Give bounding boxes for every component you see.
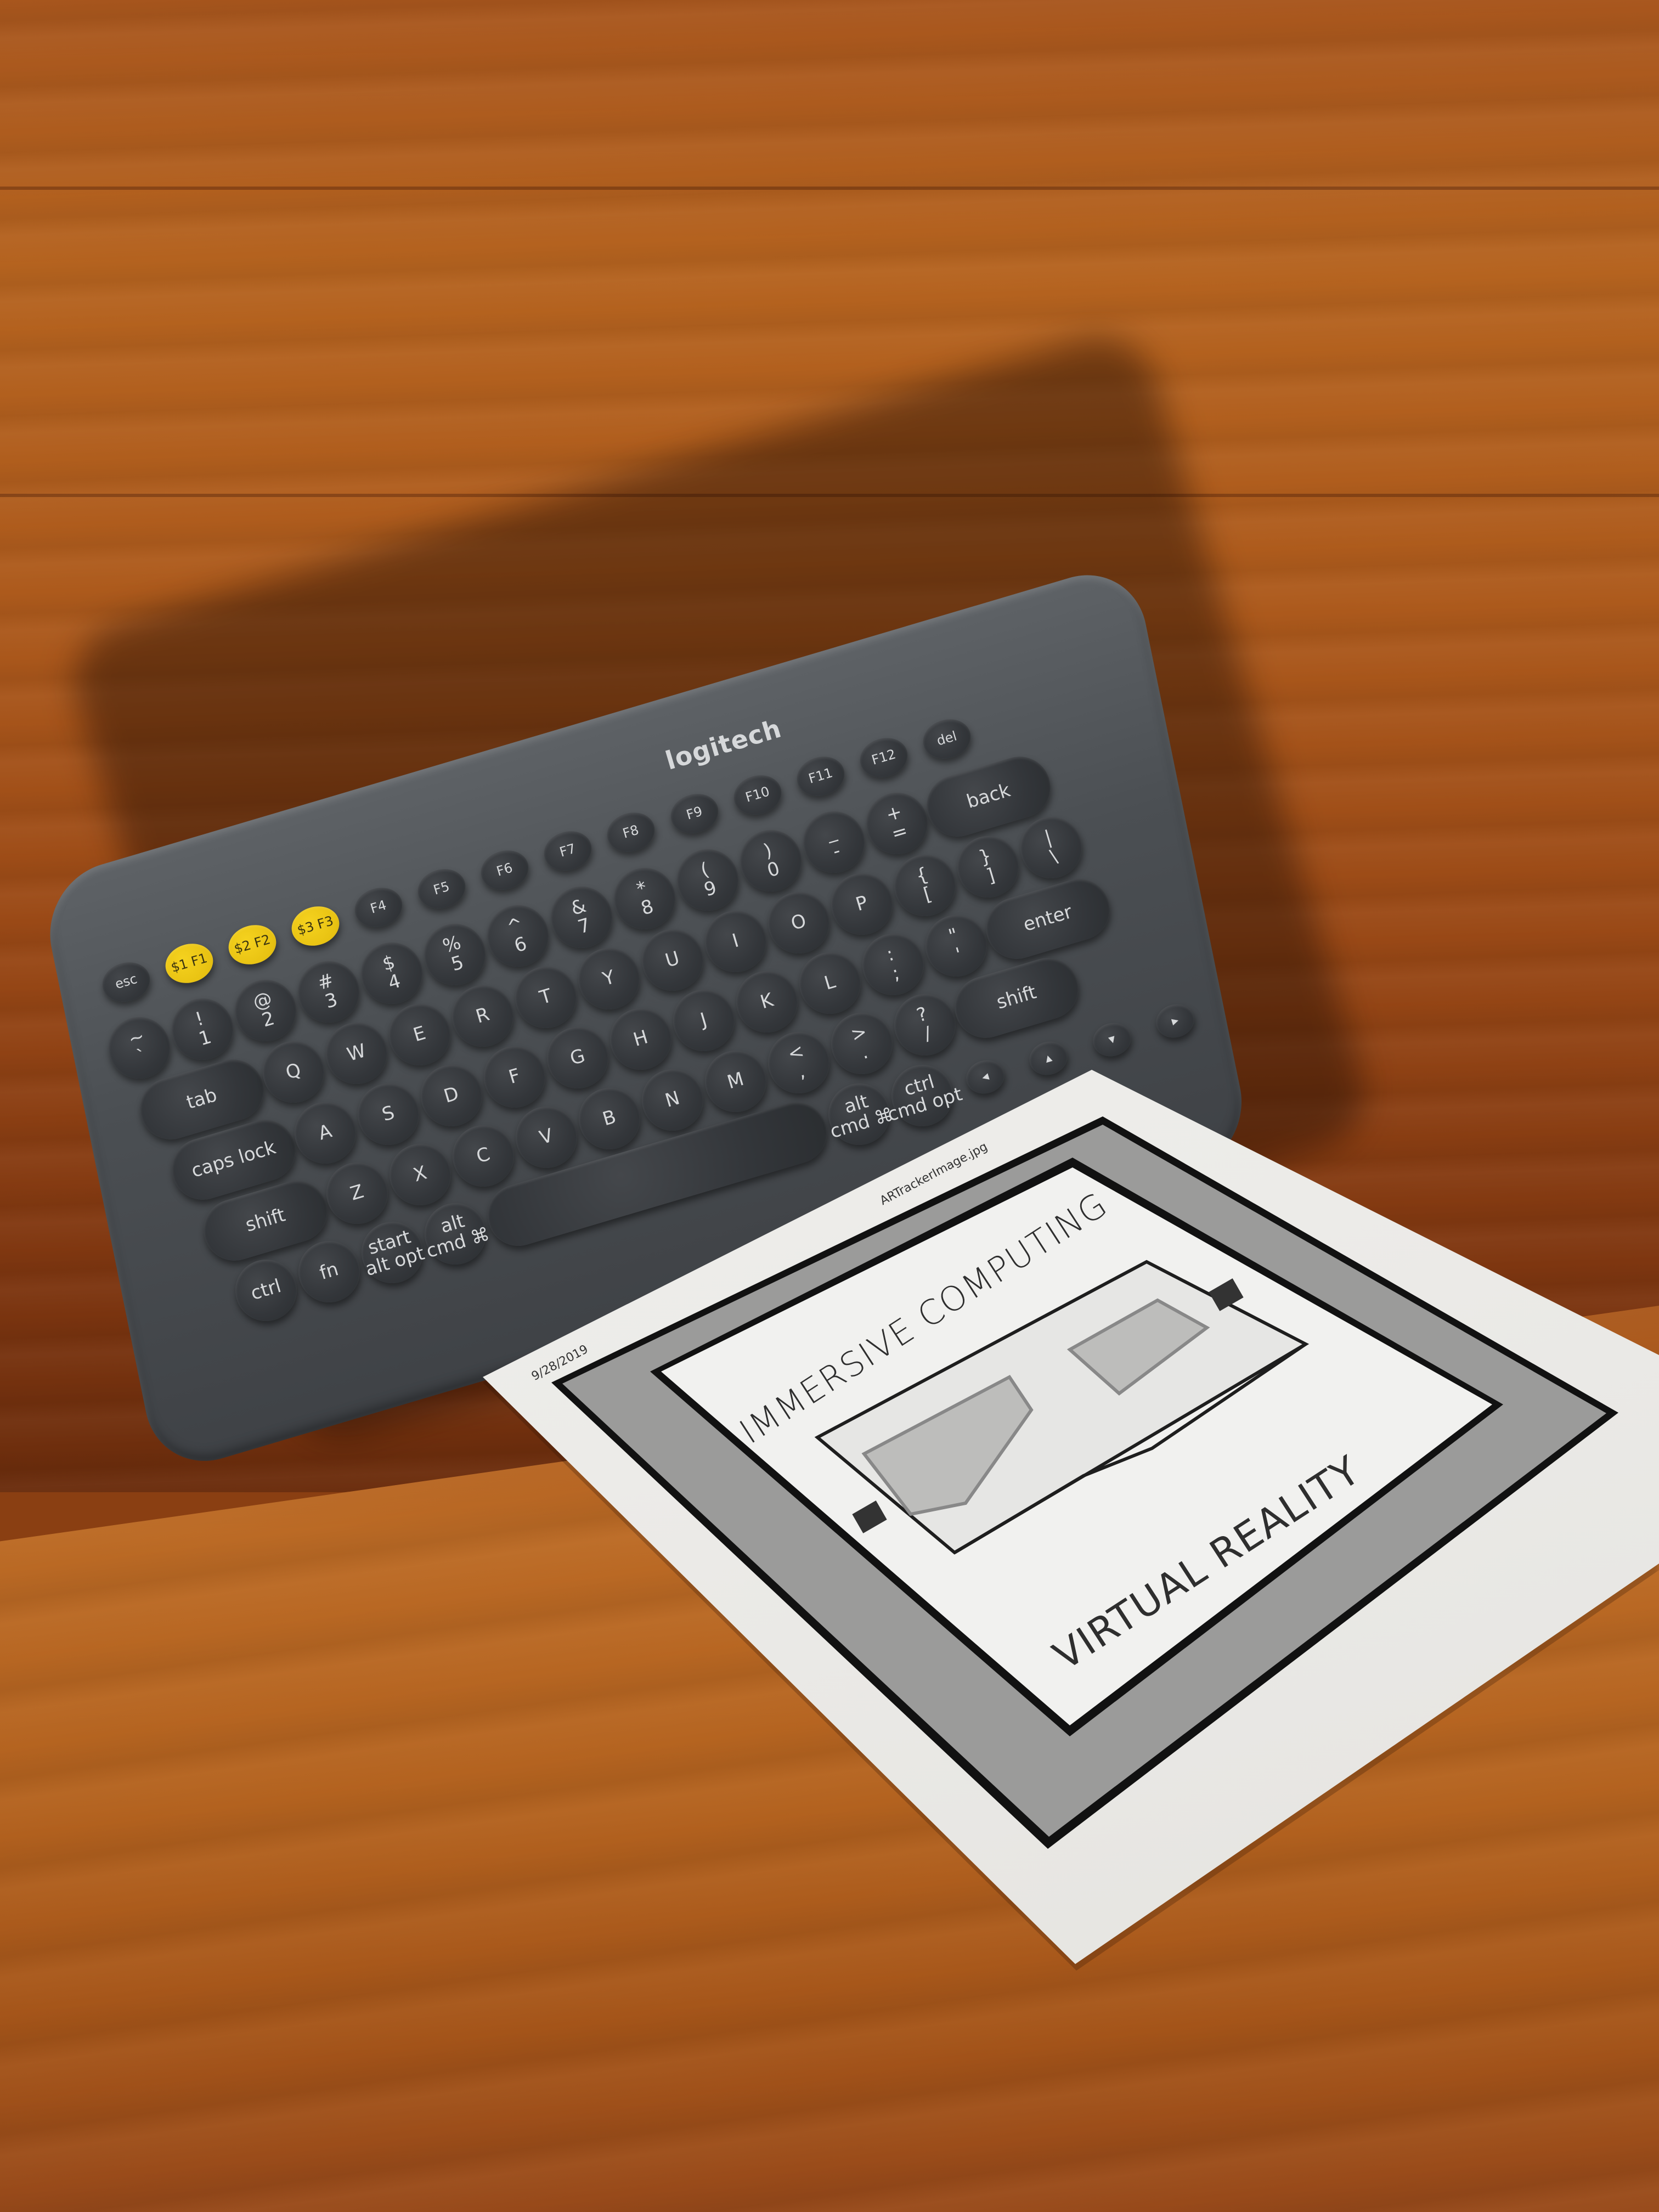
vr-goggles-icon xyxy=(814,1260,1310,1555)
photo-scene: logitech esc $1 F1 $2 F2 $3 F3 F4 F5 F6 F7 F8 F9 F… xyxy=(0,0,1659,2212)
